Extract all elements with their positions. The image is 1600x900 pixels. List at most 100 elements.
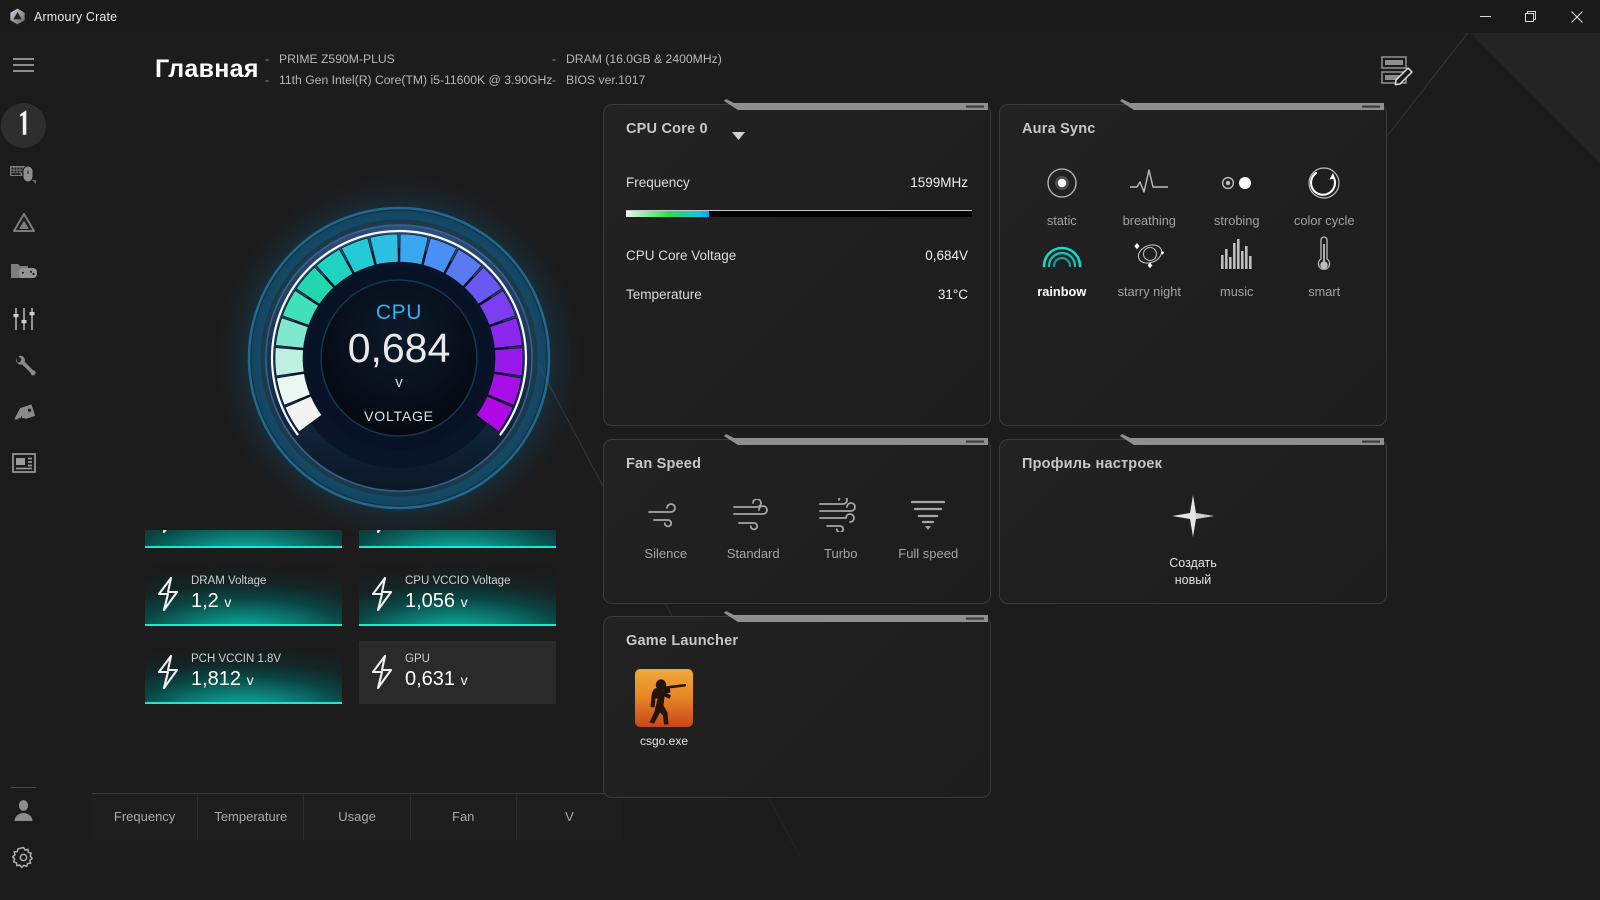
- voltage-card-row0-b[interactable]: 3,392 v: [359, 530, 556, 548]
- lightning-bolt-icon: [359, 530, 405, 533]
- sidebar-item-tools[interactable]: [0, 345, 47, 393]
- voltage-card-pch-vccin[interactable]: PCH VCCIN 1.8V 1,812 v: [145, 641, 342, 704]
- voltage-card-row0-a[interactable]: 3,00 v: [145, 530, 342, 548]
- thermometer-smart-icon: [1313, 228, 1335, 280]
- tab-frequency[interactable]: Frequency: [92, 794, 199, 840]
- fan-mode-Turbo[interactable]: Turbo: [797, 488, 885, 561]
- card-header-decoration: [604, 434, 990, 447]
- cpu-core-card: CPU Core 0 Frequency 1599MHz CPU Core Vo…: [603, 99, 991, 426]
- wind-one-line-icon: [644, 488, 688, 542]
- sidebar-item-news[interactable]: [0, 441, 47, 489]
- card-header-decoration: [1000, 99, 1386, 112]
- full-speed-funnel-icon: [907, 488, 949, 542]
- voltage-text: DRAM Voltage 1,2 v: [191, 572, 266, 615]
- tab-fan[interactable]: Fan: [411, 794, 517, 840]
- voltage-unit: v: [246, 672, 254, 688]
- card-header-decoration: [1000, 434, 1386, 447]
- wrench-tools-icon: [12, 355, 36, 384]
- tab-temperature[interactable]: Temperature: [198, 794, 305, 840]
- cpu-core-row-frequency: Frequency 1599MHz: [626, 175, 968, 190]
- strobing-dots-icon: [1217, 157, 1257, 209]
- aura-mode-starry-night[interactable]: starry night: [1106, 228, 1194, 299]
- aura-sync-card: Aura Sync static breathing strobing color c…: [999, 99, 1387, 426]
- cpu-frequency-bar-fill: [626, 211, 710, 217]
- aura-mode-rainbow[interactable]: rainbow: [1018, 228, 1106, 299]
- lightning-bolt-icon: [145, 576, 191, 611]
- lightning-bolt-icon: [359, 576, 405, 611]
- mode-label: Turbo: [824, 546, 858, 561]
- voltage-card-dram[interactable]: DRAM Voltage 1,2 v: [145, 563, 342, 626]
- voltage-card-gpu[interactable]: GPU 0,631 v: [359, 641, 556, 704]
- page-title: Главная: [155, 55, 259, 83]
- cpu-core-key-temperature: Temperature: [626, 287, 702, 302]
- sidebar-item-dashboard[interactable]: [0, 101, 47, 149]
- mode-row: Silence Standard Turbo Full speed: [622, 488, 972, 561]
- user-account-icon: [13, 799, 34, 826]
- mode-row: rainbow starry night music smart: [1018, 228, 1368, 299]
- voltage-card-row: PCH VCCIN 1.8V 1,812 v GPU 0,631 v: [145, 641, 625, 704]
- aura-mode-smart[interactable]: smart: [1281, 228, 1369, 299]
- aura-mode-color-cycle[interactable]: color cycle: [1281, 157, 1369, 228]
- aura-mode-breathing[interactable]: breathing: [1106, 157, 1194, 228]
- cpu-core-title: CPU Core 0: [626, 121, 708, 137]
- sidebar-item-settings[interactable]: [0, 836, 47, 884]
- plus-icon: [1169, 492, 1217, 545]
- hamburger-menu-icon[interactable]: [0, 41, 47, 89]
- mode-label: strobing: [1213, 213, 1260, 228]
- fan-mode-Silence[interactable]: Silence: [622, 488, 710, 561]
- wind-two-lines-icon: [731, 488, 775, 542]
- fan-mode-grid: Silence Standard Turbo Full speed: [622, 488, 972, 561]
- aura-mode-strobing[interactable]: strobing: [1193, 157, 1281, 228]
- minimize-icon[interactable]: [1462, 0, 1508, 33]
- close-icon[interactable]: [1554, 0, 1600, 33]
- sidebar-item-featured[interactable]: [0, 393, 47, 441]
- voltage-unit: v: [224, 594, 232, 610]
- mode-label: color cycle: [1294, 213, 1355, 228]
- aura-sync-icon: [12, 212, 36, 238]
- voltage-value: 1,2 v: [191, 590, 232, 612]
- sliders-scenario-icon: [12, 307, 36, 335]
- sidebar-item-user-account[interactable]: [0, 788, 47, 836]
- fan-speed-card: Fan Speed Silence Standard Turbo Full speed: [603, 434, 991, 604]
- mode-label: smart: [1308, 284, 1341, 299]
- fan-mode-Full-speed[interactable]: Full speed: [885, 488, 973, 561]
- create-new-line2: новый: [1174, 573, 1212, 587]
- edit-layout-icon[interactable]: [1376, 49, 1418, 93]
- system-info-right: - DRAM (16.0GB & 2400MHz) - BIOS ver.1017: [552, 49, 722, 91]
- tab-usage[interactable]: Usage: [304, 794, 411, 840]
- aura-mode-music[interactable]: music: [1193, 228, 1281, 299]
- sidebar-item-aura-sync[interactable]: [0, 201, 47, 249]
- create-new-profile-button[interactable]: Создать новый: [1000, 492, 1386, 589]
- voltage-label: PCH VCCIN 1.8V: [191, 653, 282, 665]
- static-dot-icon: [1044, 157, 1080, 209]
- chevron-down-icon[interactable]: [732, 132, 745, 143]
- lightning-bolt-icon: [145, 530, 191, 533]
- game-launcher-card: Game Launcher csgo.exe: [603, 611, 991, 798]
- profile-card: Профиль настроек Создать новый: [999, 434, 1387, 604]
- create-new-profile-label: Создать новый: [1169, 555, 1217, 589]
- sidebar-bottom-group: [0, 787, 47, 884]
- tab-voltage[interactable]: V: [517, 794, 622, 840]
- lightning-bolt-icon: [359, 654, 405, 689]
- music-bars-icon: [1219, 228, 1255, 280]
- armoury-crate-window: Armoury Crate Главная - PRIME Z590M-PLUS…: [0, 0, 1600, 900]
- bullet-dash: -: [265, 52, 270, 66]
- news-window-icon: [11, 452, 36, 478]
- game-launcher-item[interactable]: csgo.exe: [626, 669, 702, 748]
- sidebar-item-devices[interactable]: [0, 153, 47, 201]
- sidebar-item-scenario-profiles[interactable]: [0, 297, 47, 345]
- aura-mode-static[interactable]: static: [1018, 157, 1106, 228]
- aura-sync-title: Aura Sync: [1022, 121, 1096, 137]
- sidebar-item-game-library[interactable]: [0, 249, 47, 297]
- mode-label: breathing: [1122, 213, 1176, 228]
- fan-mode-Standard[interactable]: Standard: [710, 488, 798, 561]
- cpu-core-value-temperature: 31°C: [937, 287, 968, 302]
- keyboard-mouse-devices-icon: [9, 164, 38, 191]
- mode-label: Standard: [726, 546, 780, 561]
- maximize-restore-icon[interactable]: [1508, 0, 1554, 33]
- voltage-text: PCH VCCIN 1.8V 1,812 v: [191, 650, 281, 693]
- system-info-left: - PRIME Z590M-PLUS -11th Gen Intel(R) Cor…: [265, 49, 552, 91]
- starry-night-icon: [1129, 228, 1169, 280]
- voltage-card-cpu-vccio[interactable]: CPU VCCIO Voltage 1,056 v: [359, 563, 556, 626]
- armoury-crate-logo-icon: [0, 0, 34, 33]
